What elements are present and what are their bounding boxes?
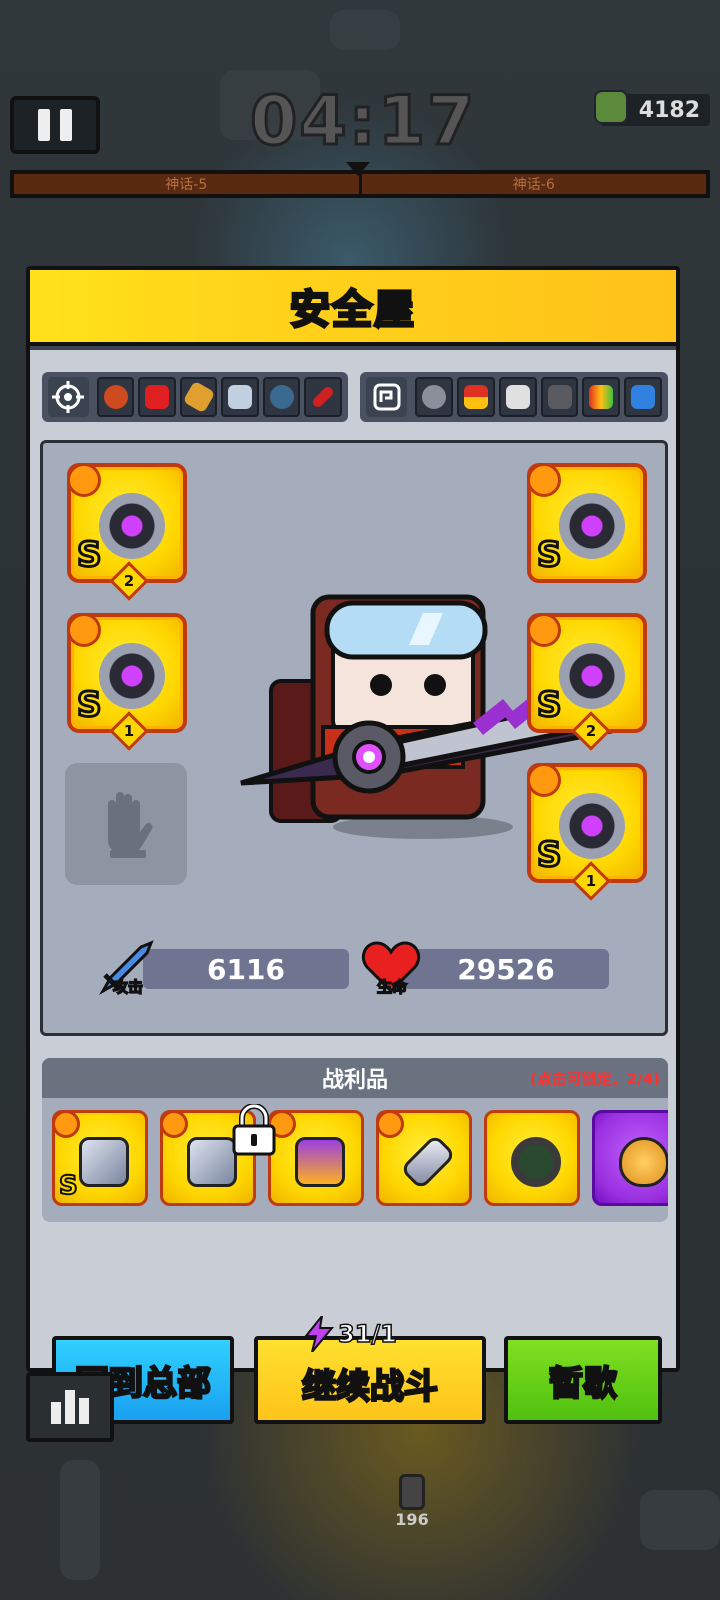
loot-green-ring[interactable] [484,1110,580,1206]
loot-header: 战利品 (点击可锁定，2/4) [42,1058,668,1098]
lightning-icon [304,1316,334,1352]
floor-tile [640,1490,720,1550]
grade-label: S [536,834,563,877]
gear-chip-icon [366,377,408,417]
floor-tile [60,1460,100,1580]
weapon-type-icon [376,1110,404,1138]
sword-icon: 攻击 [95,935,159,999]
kill-counter: 4182 [594,90,710,126]
stage-label-left: 神话-5 [165,177,208,193]
loot-title: 战利品 [321,1068,388,1093]
bar-chart-icon [51,1402,61,1424]
equipment-panel: S 2 S 1 S S 2 S 1 6116 攻击 29526 生命 [40,440,668,1036]
skill-slot-bottle[interactable] [624,377,662,417]
weapon-type-icon [67,463,101,497]
grade-label: S [536,534,563,577]
skill-slot-fuel-can[interactable] [138,377,176,417]
heart-icon: 生命 [359,935,423,999]
modal-body: S 2 S 1 S S 2 S 1 6116 攻击 29526 生命 战利品 (… [30,350,676,1424]
loot-panel: 战利品 (点击可锁定，2/4) S [42,1058,668,1222]
grade-label: S [76,534,103,577]
level-badge: 1 [109,711,149,751]
grade-label: S [58,1170,79,1202]
equip-slot-armor[interactable]: S [527,463,647,583]
bottom-unit: 196 [388,1474,436,1534]
energy-cost: 31/1 [304,1316,398,1352]
equip-slot-gloves-empty[interactable] [65,763,187,885]
skill-slot-chip[interactable] [582,377,621,417]
equip-slot-necklace[interactable]: S 1 [67,613,187,751]
support-skill-bar [360,372,668,422]
modal-header: 安全屋 [30,270,676,346]
progress-marker-icon [346,162,370,176]
egg-icon [619,1137,668,1187]
crosshair-icon [48,377,89,417]
skill-slot-vest[interactable] [540,377,579,417]
necklace-type-icon [67,613,101,647]
loot-lantern-necklace[interactable] [268,1110,364,1206]
armor-icon [559,493,625,559]
loot-egg[interactable] [592,1110,668,1206]
stage-label-right: 神话-6 [358,174,707,194]
skill-slot-mine[interactable] [415,377,454,417]
boots-icon [559,793,625,859]
glove-icon [108,792,153,858]
floor-tile [330,10,400,50]
lantern-icon [295,1137,345,1187]
lock-icon [232,1104,276,1156]
skill-slot-sneaker[interactable] [498,377,537,417]
loot-gauntlet[interactable]: S [52,1110,148,1206]
belt-type-icon [527,613,561,647]
skill-slot-blade[interactable] [304,377,342,417]
belt-icon [559,643,625,709]
stats-button[interactable] [26,1372,114,1442]
grade-label: S [536,684,563,727]
skill-slot-battery[interactable] [457,377,495,417]
shuriken-sword-icon [99,493,165,559]
ring-icon [511,1137,561,1187]
equip-slot-boots[interactable]: S 1 [527,763,647,901]
skill-slot-fire-wheel[interactable] [96,377,135,417]
skill-slot-drone[interactable] [221,377,259,417]
safe-house-modal: 安全屋 S 2 S 1 S S 2 S 1 6116 攻击 29526 生命 战… [26,266,680,1424]
pause-icon [38,109,50,141]
hp-stat: 29526 [403,949,609,989]
match-timer: 04:17 [249,81,477,163]
loot-kunai[interactable] [376,1110,472,1206]
necklace-icon [99,643,165,709]
unit-icon [399,1474,425,1510]
level-badge: 2 [109,561,149,601]
boots-type-icon [527,763,561,797]
pause-button[interactable] [10,96,100,154]
gauntlet-icon [79,1137,129,1187]
attack-stat: 6116 [143,949,349,989]
armor-type-icon [527,463,561,497]
skill-slot-eye-orb[interactable] [262,377,301,417]
equip-slot-weapon[interactable]: S 2 [67,463,187,601]
loot-list: S [52,1110,668,1206]
skill-slot-cylinder[interactable] [179,377,218,417]
glove-type-icon [160,1110,188,1138]
rest-button[interactable]: 暂歇 [504,1336,662,1424]
grade-label: S [76,684,103,727]
loot-hint: (点击可锁定，2/4) [529,1070,660,1088]
modal-title: 安全屋 [289,286,416,335]
skull-icon [594,90,628,124]
weapon-skill-bar [42,372,348,422]
equip-slot-belt[interactable]: S 2 [527,613,647,751]
level-badge: 1 [571,861,611,901]
belt-type-icon [52,1110,80,1138]
kunai-icon [399,1133,457,1191]
